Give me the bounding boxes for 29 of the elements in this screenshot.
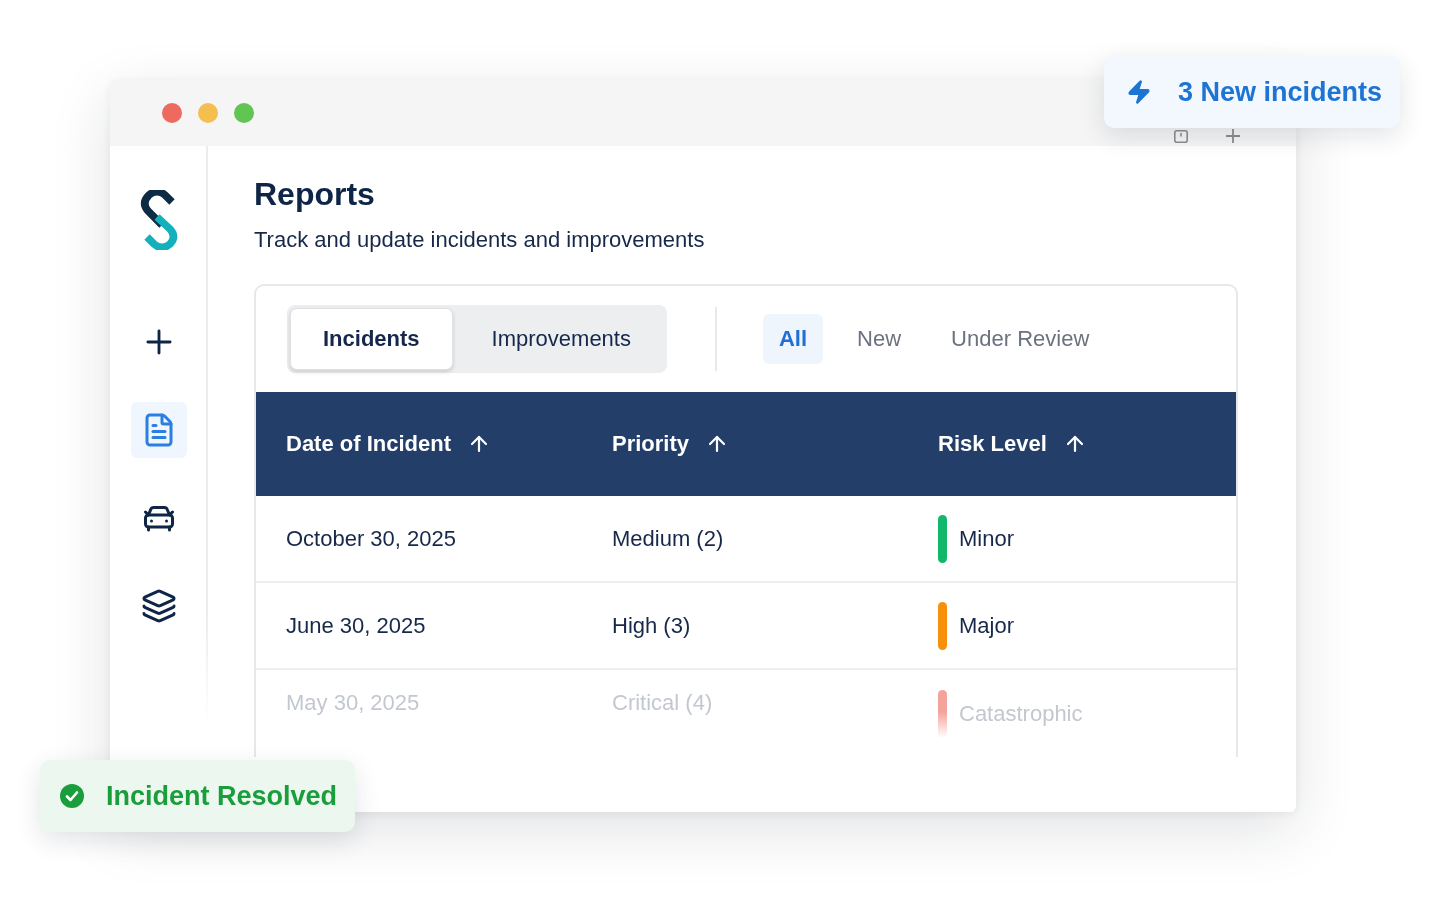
window-control-icon[interactable] <box>162 103 182 123</box>
date-text: May 30, 2025 <box>286 690 420 716</box>
filter-tab[interactable]: Under Review <box>935 314 1106 364</box>
notification-text: 3 New incidents <box>1178 76 1383 108</box>
tab[interactable]: Improvements <box>458 308 664 370</box>
priority-text: Critical (4) <box>612 690 713 716</box>
plus-icon[interactable] <box>1226 129 1240 143</box>
notification-text: Incident Resolved <box>106 780 338 812</box>
column-header[interactable]: Risk Level <box>938 431 1087 457</box>
square-icon[interactable] <box>1174 130 1188 143</box>
logo <box>139 190 179 250</box>
date-text: October 30, 2025 <box>286 525 456 552</box>
tab[interactable]: Incidents <box>290 308 453 370</box>
check-circle-icon <box>60 784 84 808</box>
layers-icon <box>141 588 177 624</box>
lightning-bolt-icon <box>1126 79 1152 105</box>
page-subtitle: Track and update incidents and improvements <box>254 226 706 254</box>
column-header[interactable]: Date of Incident <box>286 431 491 457</box>
risk-level-text: Catastrophic <box>959 701 1083 727</box>
filter-tab[interactable]: All <box>762 314 824 364</box>
priority-text: High (3) <box>612 612 691 639</box>
risk-level-text: Major <box>959 612 1014 639</box>
risk-level-text: Minor <box>959 525 1014 552</box>
priority-text: Medium (2) <box>612 525 724 552</box>
column-header[interactable]: Priority <box>612 431 730 457</box>
date-text: June 30, 2025 <box>286 612 426 639</box>
filter-tab[interactable]: New <box>841 314 918 364</box>
page-title: Reports <box>254 176 376 212</box>
window-control-icon[interactable] <box>234 103 254 123</box>
